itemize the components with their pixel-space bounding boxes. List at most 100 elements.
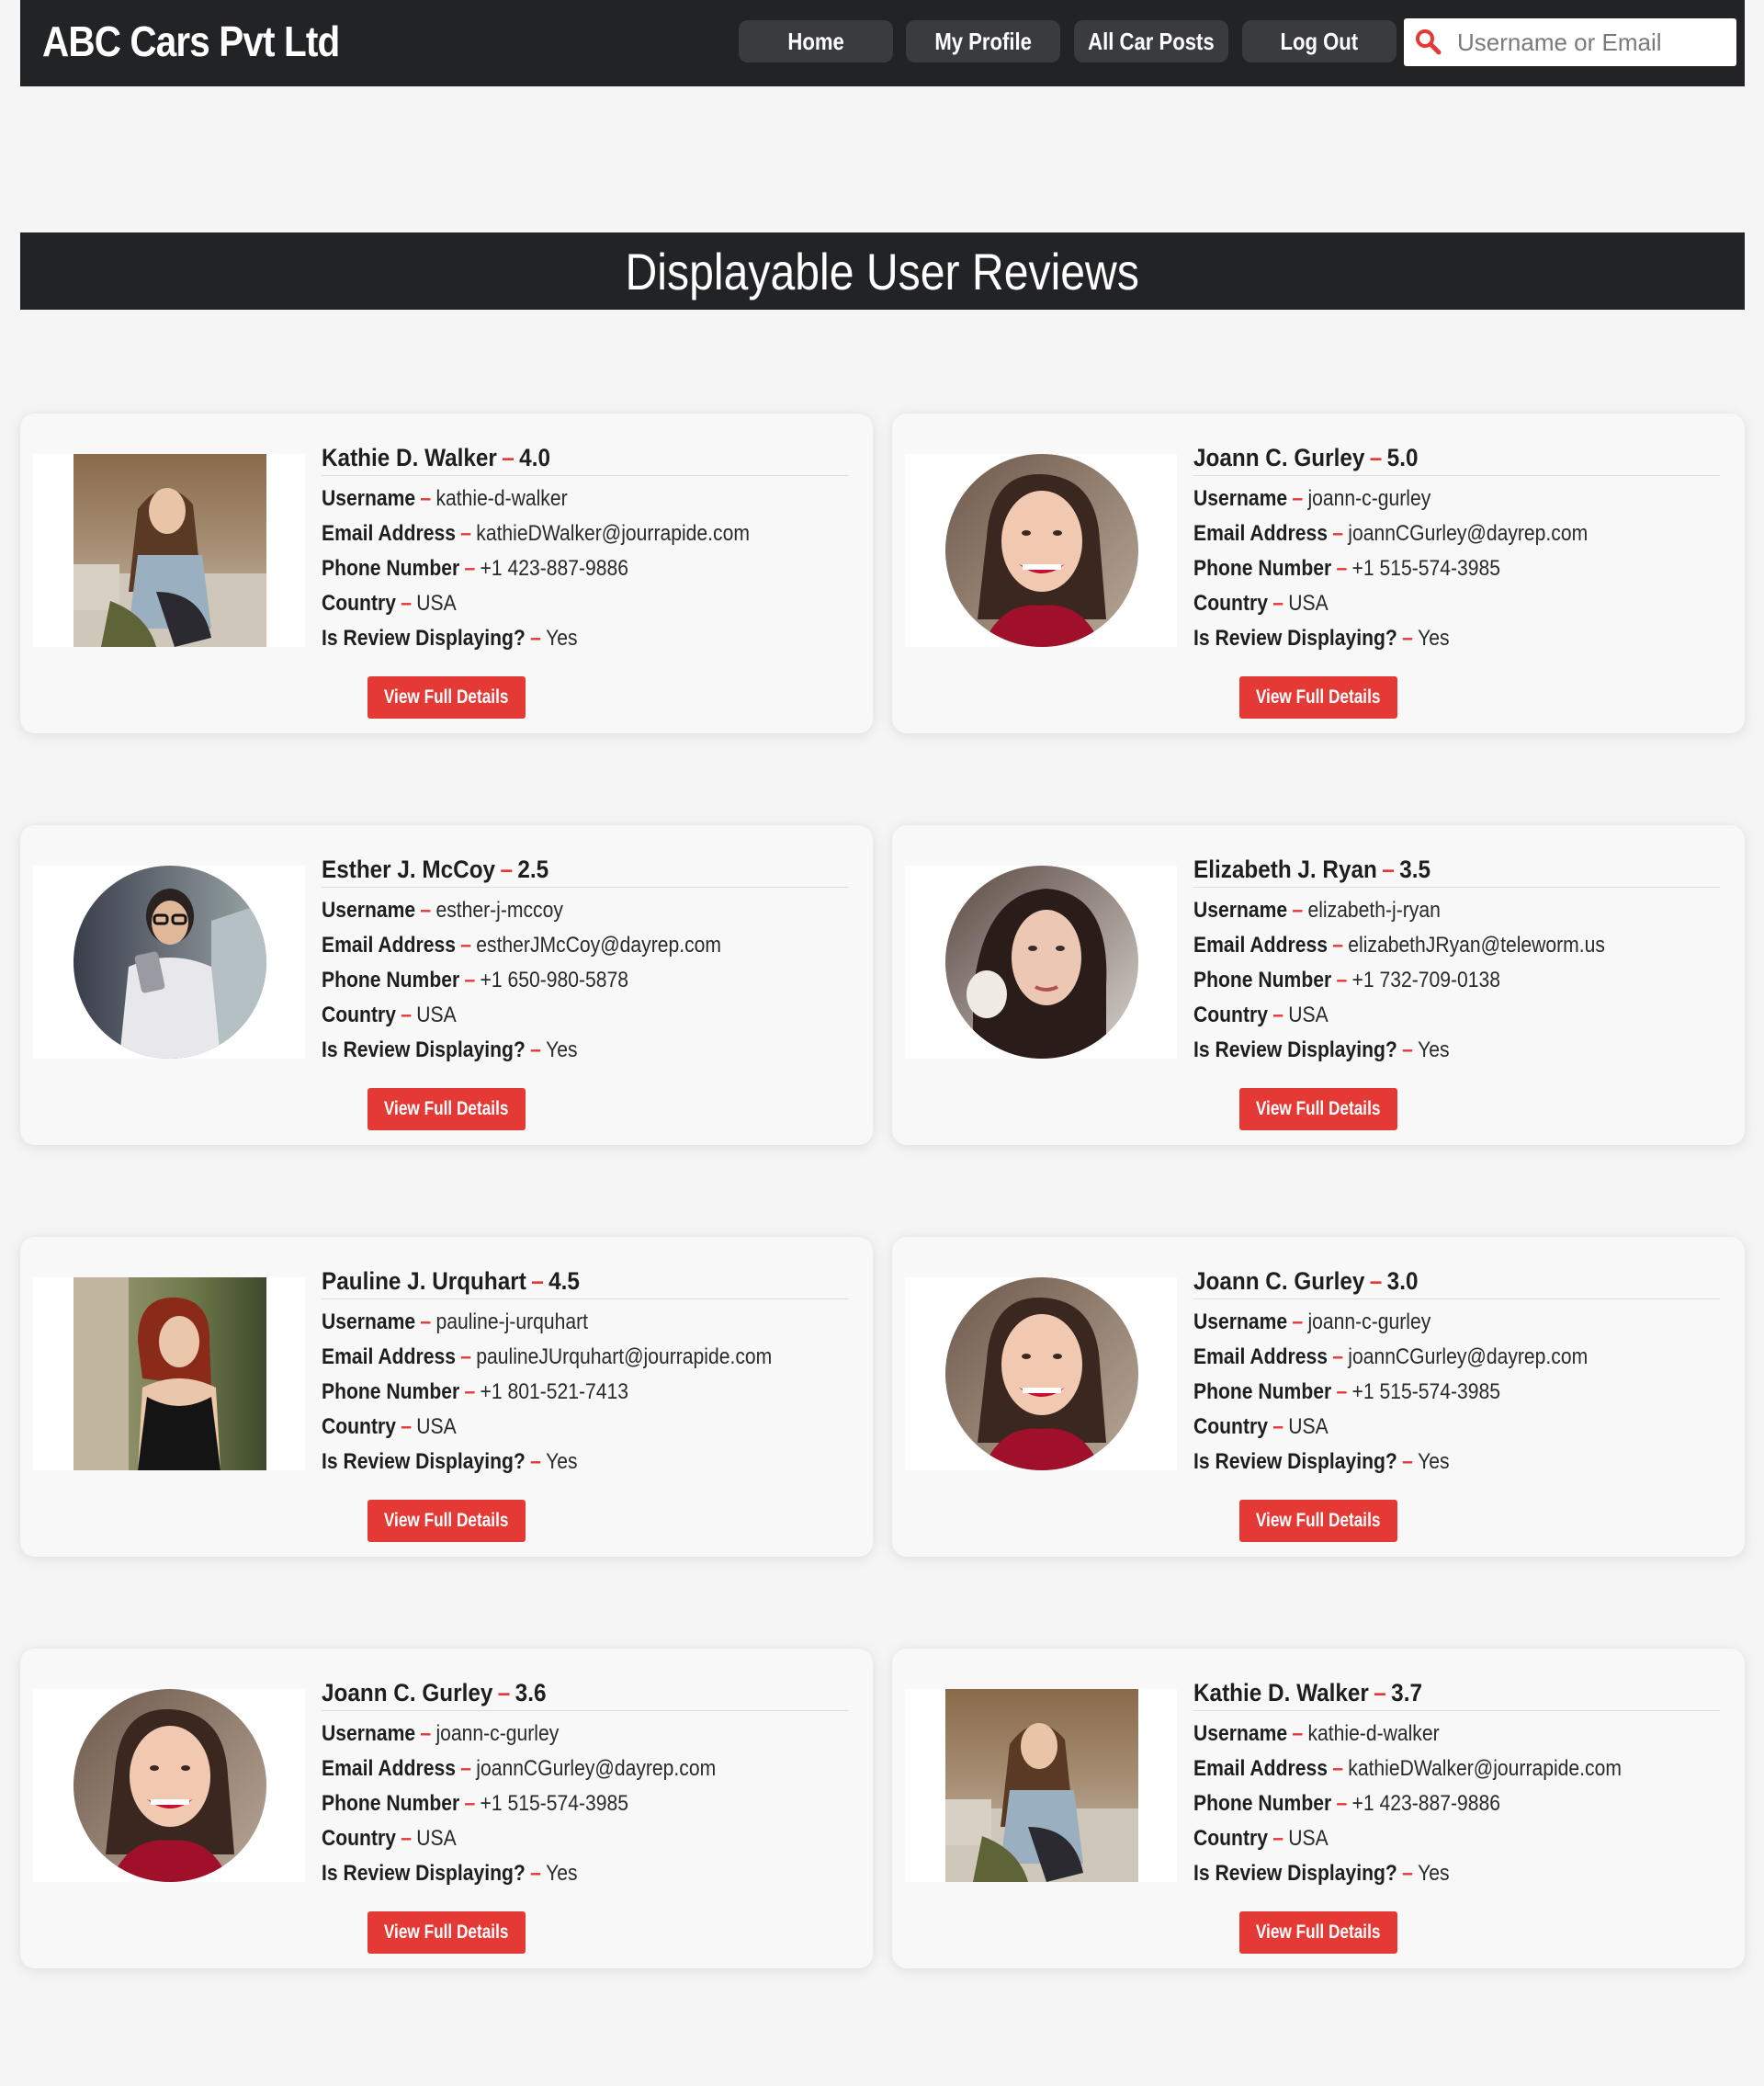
dash-separator: – [1336,1791,1348,1816]
country-value: USA [1288,1826,1329,1851]
displaying-row: Is Review Displaying? – Yes [322,1033,786,1068]
dash-separator: – [1332,1756,1343,1781]
review-card: Kathie D. Walker –4.0 Username – kathie-d-w… [20,414,873,733]
dash-separator: – [420,898,432,923]
review-card: Elizabeth J. Ryan –3.5 Username – elizabeth… [892,825,1745,1145]
username-row: Username – joann-c-gurley [322,1717,786,1752]
email-label: Email Address [322,521,456,546]
search-icon[interactable] [1413,27,1444,58]
navbar: ABC Cars Pvt Ltd Home My Profile All Car… [20,0,1745,86]
nav-all-car-posts-label: All Car Posts [1088,27,1215,55]
username-value: elizabeth-j-ryan [1307,898,1441,923]
dash-separator: – [420,486,432,511]
dash-separator: – [530,626,541,651]
user-avatar [945,1277,1138,1470]
username-label: Username [1193,1309,1288,1334]
nav-my-profile-label: My Profile [934,27,1032,55]
view-full-details-button[interactable]: View Full Details [368,1088,526,1130]
view-full-details-button[interactable]: View Full Details [368,676,526,719]
phone-row: Phone Number – +1 732-709-0138 [1193,963,1657,998]
review-card: Esther J. McCoy –2.5 Username – esther-j-mc… [20,825,873,1145]
reviewer-name: Pauline J. Urquhart [322,1267,526,1295]
country-label: Country [322,1414,396,1439]
view-full-details-button[interactable]: View Full Details [368,1500,526,1542]
dash-separator: – [1336,1379,1348,1404]
username-value: joann-c-gurley [1307,1309,1431,1334]
email-row: Email Address – joannCGurley@dayrep.com [1193,1340,1657,1375]
search-box[interactable] [1404,18,1736,66]
email-label: Email Address [1193,933,1328,958]
page-title: Displayable User Reviews [625,242,1140,300]
brand-logo[interactable]: ABC Cars Pvt Ltd [42,17,340,66]
phone-label: Phone Number [322,1379,460,1404]
view-full-details-button[interactable]: View Full Details [1239,1500,1397,1542]
review-rating: 3.5 [1399,856,1430,883]
dash-separator: – [530,1037,541,1062]
search-input[interactable] [1457,28,1724,57]
dash-separator: – [1374,1679,1386,1706]
review-title: Esther J. McCoy –2.5 [322,851,849,888]
country-value: USA [416,1003,457,1027]
email-value: elizabethJRyan@teleworm.us [1348,933,1605,958]
phone-value: +1 423-887-9886 [1351,1791,1501,1816]
nav-all-car-posts-button[interactable]: All Car Posts [1074,20,1228,62]
dash-separator: – [460,521,471,546]
view-full-details-button[interactable]: View Full Details [1239,1088,1397,1130]
displaying-value: Yes [1418,1449,1450,1474]
nav-my-profile-button[interactable]: My Profile [906,20,1060,62]
reviewer-name: Esther J. McCoy [322,856,496,883]
dash-separator: – [1272,1003,1283,1027]
displaying-value: Yes [546,1861,578,1886]
review-info: Joann C. Gurley –3.6 Username – joann-c-gur… [322,1674,849,1891]
displaying-row: Is Review Displaying? – Yes [1193,1856,1657,1891]
country-label: Country [1193,1414,1268,1439]
review-rating: 3.6 [514,1679,547,1706]
nav-home-button[interactable]: Home [739,20,893,62]
reviewer-name: Kathie D. Walker [1193,1679,1369,1706]
country-row: Country – USA [1193,998,1657,1033]
user-avatar [945,1689,1138,1882]
user-avatar [74,866,266,1059]
email-row: Email Address – elizabethJRyan@teleworm.us [1193,928,1657,963]
displaying-label: Is Review Displaying? [322,626,526,651]
country-label: Country [322,591,396,616]
review-rating: 3.0 [1386,1267,1419,1295]
email-value: kathieDWalker@jourrapide.com [1348,1756,1622,1781]
phone-label: Phone Number [1193,1379,1332,1404]
review-info: Kathie D. Walker –4.0 Username – kathie-d-w… [322,439,849,656]
dash-separator: – [1369,444,1383,471]
phone-value: +1 801-521-7413 [480,1379,629,1404]
view-full-details-button[interactable]: View Full Details [1239,1911,1397,1954]
dash-separator: – [1292,486,1304,511]
view-full-details-label: View Full Details [384,1922,509,1943]
username-row: Username – joann-c-gurley [1193,1305,1657,1340]
phone-row: Phone Number – +1 423-887-9886 [322,551,786,586]
email-value: joannCGurley@dayrep.com [1348,521,1589,546]
displaying-row: Is Review Displaying? – Yes [1193,1445,1657,1479]
photo-box [33,1689,305,1882]
country-label: Country [1193,1826,1268,1851]
review-card: Joann C. Gurley –3.0 Username – joann-c-gur… [892,1237,1745,1557]
review-info: Kathie D. Walker –3.7 Username – kathie-d-w… [1193,1674,1721,1891]
dash-separator: – [401,1826,412,1851]
view-full-details-button[interactable]: View Full Details [368,1911,526,1954]
user-avatar [945,866,1138,1059]
review-info: Pauline J. Urquhart –4.5 Username – pauline… [322,1263,849,1479]
view-full-details-label: View Full Details [1256,686,1381,708]
nav-log-out-label: Log Out [1280,27,1359,55]
phone-value: +1 515-574-3985 [1351,556,1501,581]
dash-separator: – [530,1449,541,1474]
review-card: Joann C. Gurley –3.6 Username – joann-c-gur… [20,1649,873,1968]
displaying-row: Is Review Displaying? – Yes [322,621,786,656]
review-card: Pauline J. Urquhart –4.5 Username – pauline… [20,1237,873,1557]
view-full-details-button[interactable]: View Full Details [1239,676,1397,719]
email-row: Email Address – paulineJUrquhart@jourrapid… [322,1340,786,1375]
nav-log-out-button[interactable]: Log Out [1242,20,1396,62]
email-label: Email Address [1193,1344,1328,1369]
view-full-details-label: View Full Details [1256,1098,1381,1119]
displaying-row: Is Review Displaying? – Yes [322,1856,786,1891]
dash-separator: – [1402,626,1413,651]
phone-label: Phone Number [322,968,460,992]
country-row: Country – USA [1193,1821,1657,1856]
username-row: Username – pauline-j-urquhart [322,1305,786,1340]
